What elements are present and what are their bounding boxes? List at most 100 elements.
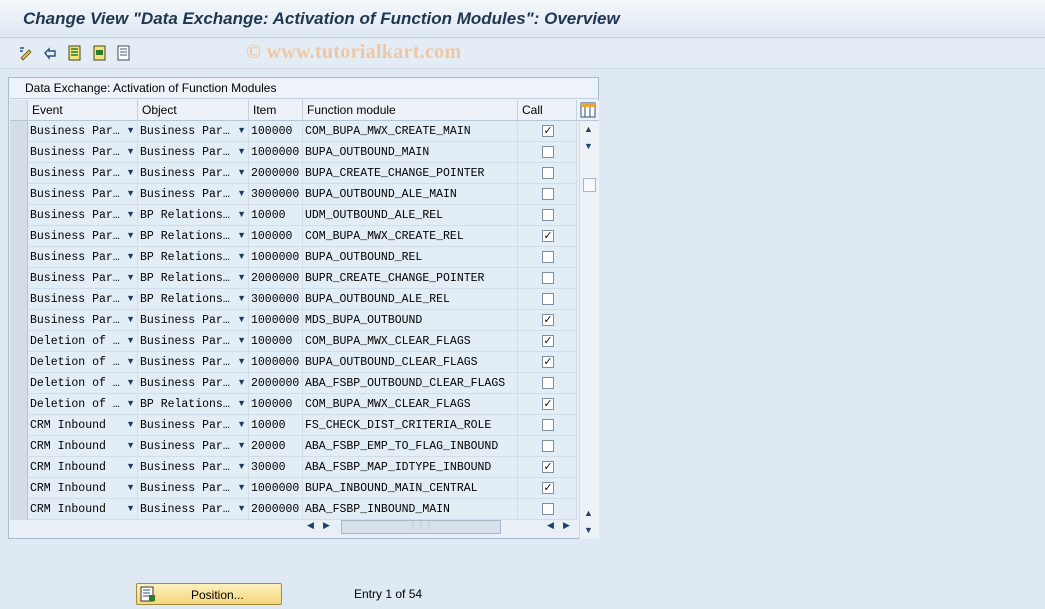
dropdown-arrow-icon[interactable]: ▼ bbox=[237, 188, 246, 198]
select-all-rows-header[interactable] bbox=[10, 100, 28, 121]
event-dropdown[interactable]: CRM Inbound ▼ bbox=[28, 457, 138, 478]
object-dropdown[interactable]: Business Par… ▼ bbox=[138, 478, 249, 499]
dropdown-arrow-icon[interactable]: ▼ bbox=[126, 230, 135, 240]
call-checkbox[interactable] bbox=[542, 377, 554, 389]
object-dropdown[interactable]: Business Par… ▼ bbox=[138, 436, 249, 457]
dropdown-arrow-icon[interactable]: ▼ bbox=[126, 209, 135, 219]
call-checkbox[interactable] bbox=[542, 251, 554, 263]
dropdown-arrow-icon[interactable]: ▼ bbox=[237, 125, 246, 135]
row-selector[interactable] bbox=[10, 289, 28, 310]
dropdown-arrow-icon[interactable]: ▼ bbox=[126, 314, 135, 324]
call-checkbox[interactable] bbox=[542, 503, 554, 515]
object-dropdown[interactable]: BP Relations… ▼ bbox=[138, 226, 249, 247]
dropdown-arrow-icon[interactable]: ▼ bbox=[126, 503, 135, 513]
event-dropdown[interactable]: CRM Inbound ▼ bbox=[28, 499, 138, 520]
dropdown-arrow-icon[interactable]: ▼ bbox=[237, 398, 246, 408]
dropdown-arrow-icon[interactable]: ▼ bbox=[237, 503, 246, 513]
dropdown-arrow-icon[interactable]: ▼ bbox=[126, 293, 135, 303]
object-dropdown[interactable]: BP Relations… ▼ bbox=[138, 247, 249, 268]
object-dropdown[interactable]: BP Relations… ▼ bbox=[138, 394, 249, 415]
row-selector[interactable] bbox=[10, 226, 28, 247]
dropdown-arrow-icon[interactable]: ▼ bbox=[237, 251, 246, 261]
row-selector[interactable] bbox=[10, 163, 28, 184]
dropdown-arrow-icon[interactable]: ▼ bbox=[126, 398, 135, 408]
dropdown-arrow-icon[interactable]: ▼ bbox=[237, 356, 246, 366]
dropdown-arrow-icon[interactable]: ▼ bbox=[237, 482, 246, 492]
dropdown-arrow-icon[interactable]: ▼ bbox=[237, 167, 246, 177]
dropdown-arrow-icon[interactable]: ▼ bbox=[237, 146, 246, 156]
event-dropdown[interactable]: Deletion of … ▼ bbox=[28, 331, 138, 352]
dropdown-arrow-icon[interactable]: ▼ bbox=[237, 314, 246, 324]
dropdown-arrow-icon[interactable]: ▼ bbox=[126, 125, 135, 135]
object-dropdown[interactable]: BP Relations… ▼ bbox=[138, 205, 249, 226]
row-selector[interactable] bbox=[10, 247, 28, 268]
call-checkbox[interactable] bbox=[542, 146, 554, 158]
dropdown-arrow-icon[interactable]: ▼ bbox=[126, 419, 135, 429]
dropdown-arrow-icon[interactable]: ▼ bbox=[126, 440, 135, 450]
object-dropdown[interactable]: Business Par… ▼ bbox=[138, 373, 249, 394]
row-selector[interactable] bbox=[10, 352, 28, 373]
event-dropdown[interactable]: Business Par… ▼ bbox=[28, 163, 138, 184]
event-dropdown[interactable]: Business Par… ▼ bbox=[28, 142, 138, 163]
object-dropdown[interactable]: Business Par… ▼ bbox=[138, 499, 249, 520]
object-dropdown[interactable]: Business Par… ▼ bbox=[138, 457, 249, 478]
dropdown-arrow-icon[interactable]: ▼ bbox=[237, 461, 246, 471]
call-checkbox[interactable]: ✓ bbox=[542, 398, 554, 410]
dropdown-arrow-icon[interactable]: ▼ bbox=[237, 209, 246, 219]
call-checkbox[interactable] bbox=[542, 209, 554, 221]
horizontal-scroll-thumb[interactable]: ⋮⋮⋮ bbox=[341, 520, 501, 534]
dropdown-arrow-icon[interactable]: ▼ bbox=[126, 251, 135, 261]
call-checkbox[interactable]: ✓ bbox=[542, 125, 554, 137]
event-dropdown[interactable]: Business Par… ▼ bbox=[28, 268, 138, 289]
dropdown-arrow-icon[interactable]: ▼ bbox=[126, 335, 135, 345]
scroll-right-icon[interactable]: ▶ bbox=[323, 520, 330, 531]
row-selector[interactable] bbox=[10, 121, 28, 142]
row-selector[interactable] bbox=[10, 415, 28, 436]
column-header-call[interactable]: Call bbox=[518, 100, 577, 121]
row-selector[interactable] bbox=[10, 184, 28, 205]
call-checkbox[interactable]: ✓ bbox=[542, 314, 554, 326]
call-checkbox[interactable]: ✓ bbox=[542, 461, 554, 473]
dropdown-arrow-icon[interactable]: ▼ bbox=[237, 230, 246, 240]
event-dropdown[interactable]: Business Par… ▼ bbox=[28, 184, 138, 205]
dropdown-arrow-icon[interactable]: ▼ bbox=[237, 272, 246, 282]
dropdown-arrow-icon[interactable]: ▼ bbox=[126, 482, 135, 492]
dropdown-arrow-icon[interactable]: ▼ bbox=[126, 167, 135, 177]
dropdown-arrow-icon[interactable]: ▼ bbox=[237, 377, 246, 387]
call-checkbox[interactable]: ✓ bbox=[542, 335, 554, 347]
call-checkbox[interactable]: ✓ bbox=[542, 482, 554, 494]
event-dropdown[interactable]: Business Par… ▼ bbox=[28, 310, 138, 331]
call-checkbox[interactable] bbox=[542, 440, 554, 452]
scroll-page-down-icon[interactable]: ▼ bbox=[584, 525, 593, 535]
event-dropdown[interactable]: Deletion of … ▼ bbox=[28, 394, 138, 415]
row-selector[interactable] bbox=[10, 142, 28, 163]
row-selector[interactable] bbox=[10, 268, 28, 289]
row-selector[interactable] bbox=[10, 310, 28, 331]
dropdown-arrow-icon[interactable]: ▼ bbox=[126, 272, 135, 282]
call-checkbox[interactable] bbox=[542, 188, 554, 200]
column-header-object[interactable]: Object bbox=[138, 100, 249, 121]
row-selector[interactable] bbox=[10, 331, 28, 352]
vertical-scrollbar[interactable]: ▲ ▼ ▲ ▼ bbox=[579, 121, 599, 539]
select-all-icon[interactable] bbox=[66, 44, 84, 62]
dropdown-arrow-icon[interactable]: ▼ bbox=[237, 293, 246, 303]
call-checkbox[interactable] bbox=[542, 167, 554, 179]
column-header-function-module[interactable]: Function module bbox=[303, 100, 518, 121]
event-dropdown[interactable]: CRM Inbound ▼ bbox=[28, 478, 138, 499]
row-selector[interactable] bbox=[10, 436, 28, 457]
object-dropdown[interactable]: Business Par… ▼ bbox=[138, 352, 249, 373]
object-dropdown[interactable]: Business Par… ▼ bbox=[138, 184, 249, 205]
event-dropdown[interactable]: CRM Inbound ▼ bbox=[28, 415, 138, 436]
scroll-page-up-icon[interactable]: ▲ bbox=[584, 508, 593, 518]
scroll-down-icon[interactable]: ▼ bbox=[584, 141, 593, 151]
deselect-all-icon[interactable] bbox=[115, 44, 133, 62]
dropdown-arrow-icon[interactable]: ▼ bbox=[126, 461, 135, 471]
event-dropdown[interactable]: Business Par… ▼ bbox=[28, 247, 138, 268]
row-selector[interactable] bbox=[10, 457, 28, 478]
object-dropdown[interactable]: BP Relations… ▼ bbox=[138, 289, 249, 310]
event-dropdown[interactable]: Deletion of … ▼ bbox=[28, 373, 138, 394]
row-selector[interactable] bbox=[10, 394, 28, 415]
call-checkbox[interactable]: ✓ bbox=[542, 230, 554, 242]
dropdown-arrow-icon[interactable]: ▼ bbox=[237, 335, 246, 345]
event-dropdown[interactable]: Business Par… ▼ bbox=[28, 289, 138, 310]
